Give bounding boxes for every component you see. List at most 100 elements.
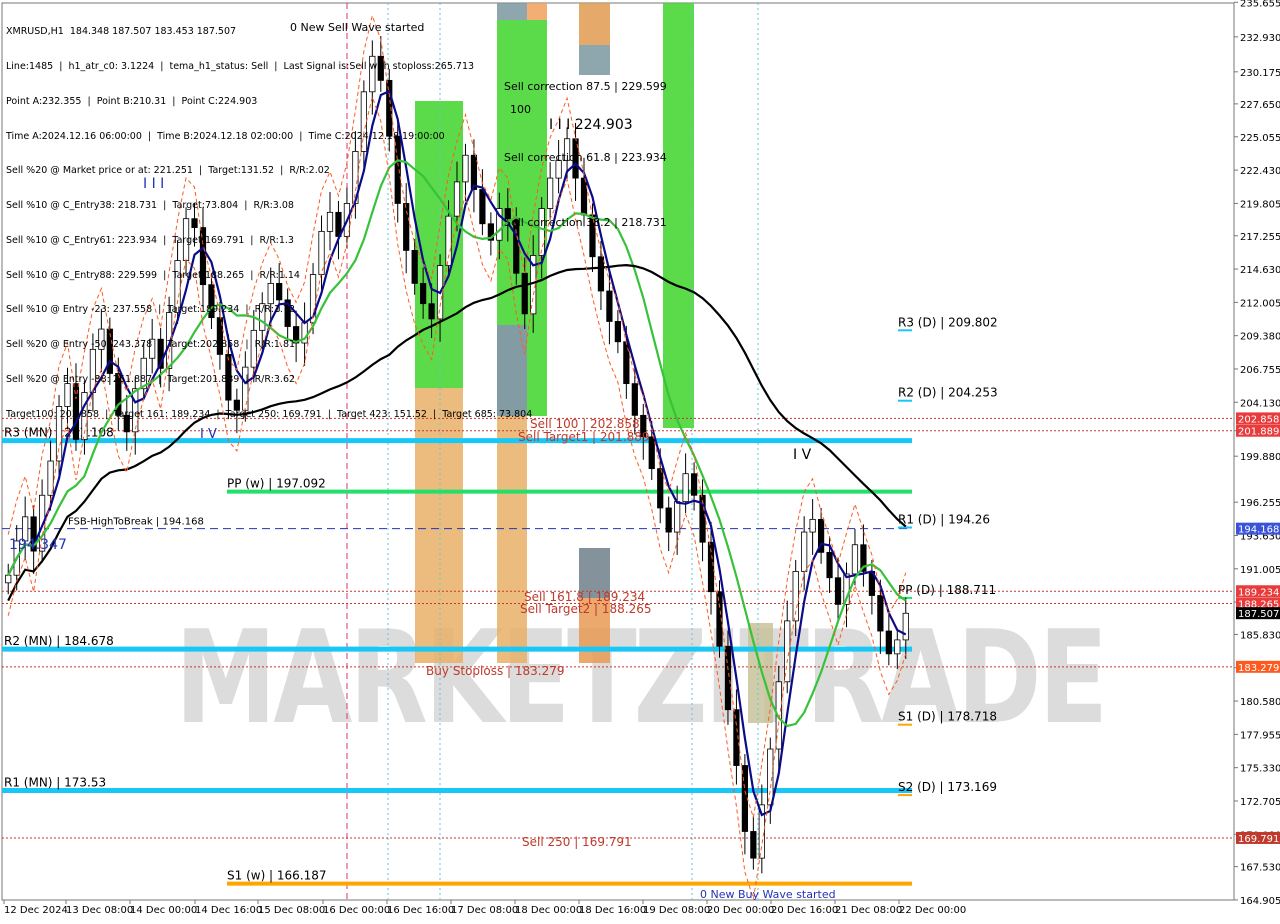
x-tick-label: 12 Dec 2024 bbox=[4, 905, 68, 916]
info-line: Sell %20 @ Entry -88: 251.887 | Target:2… bbox=[6, 374, 296, 385]
x-tick-label: 17 Dec 08:00 bbox=[451, 905, 518, 916]
x-tick-label: 19 Dec 08:00 bbox=[643, 905, 710, 916]
y-tick-label: 196.255 bbox=[1240, 498, 1280, 509]
chart-annotation: Sell Target1 | 201.889 bbox=[518, 430, 650, 444]
info-line: Time A:2024.12.16 06:00:00 | Time B:2024… bbox=[6, 130, 445, 142]
candle-body bbox=[631, 383, 638, 416]
candle-body bbox=[606, 290, 613, 322]
info-line: Sell %10 @ C_Entry88: 229.599 | Target:1… bbox=[6, 269, 300, 281]
y-tick-label: 164.905 bbox=[1240, 896, 1280, 907]
x-tick-label: 14 Dec 16:00 bbox=[195, 905, 262, 916]
candle-body bbox=[750, 831, 757, 859]
info-line: Point A:232.355 | Point B:210.31 | Point… bbox=[6, 95, 258, 107]
candle-body bbox=[809, 518, 816, 533]
info-line: Sell %10 @ C_Entry38: 218.731 | Target:7… bbox=[6, 200, 294, 212]
daily-pivot-label: PP (D) | 188.711 bbox=[898, 583, 996, 597]
y-tick-label: 232.930 bbox=[1240, 33, 1280, 44]
y-tick-label: 227.650 bbox=[1240, 100, 1280, 111]
candle-body bbox=[784, 620, 791, 683]
daily-pivot-label: S2 (D) | 173.169 bbox=[898, 780, 997, 794]
level-label: FSB-HighToBreak | 194.168 bbox=[68, 517, 204, 528]
candle-body bbox=[741, 765, 748, 832]
info-line: Sell %20 @ Entry -50: 243.378 | Target:2… bbox=[6, 339, 296, 351]
chart-annotation: 194.347 bbox=[9, 537, 67, 553]
daily-pivot-label: R2 (D) | 204.253 bbox=[898, 386, 998, 400]
y-tick-label: 235.655 bbox=[1240, 0, 1280, 9]
chart-annotation: Buy Stoploss | 183.279 bbox=[426, 664, 565, 678]
y-axis: 235.655 232.930 230.175 227.650 225.055 222.4… bbox=[1234, 0, 1280, 907]
chart-annotation: I I I 224.903 bbox=[549, 117, 633, 133]
x-tick-label: 21 Dec 08:00 bbox=[835, 905, 902, 916]
candle-body bbox=[674, 501, 681, 533]
chart-annotation: Sell 250 | 169.791 bbox=[522, 835, 632, 849]
indicator-info-panel: XMRUSD,H1 184.348 187.507 183.453 187.50… bbox=[6, 3, 532, 444]
x-tick-label: 20 Dec 00:00 bbox=[707, 905, 774, 916]
price-flag: 202.858 bbox=[1236, 412, 1280, 425]
x-tick-label: 14 Dec 00:00 bbox=[130, 905, 197, 916]
chart-annotation: Sell 100 | 202.858 bbox=[530, 417, 640, 431]
y-tick-label: 191.005 bbox=[1240, 565, 1280, 576]
chart-annotation: 0 New Buy Wave started bbox=[700, 888, 836, 901]
chart-annotation: I V bbox=[793, 447, 812, 463]
x-tick-label: 16 Dec 16:00 bbox=[387, 905, 454, 916]
level-label: R1 (MN) | 173.53 bbox=[4, 776, 106, 790]
price-flag: 201.889 bbox=[1236, 424, 1280, 438]
y-tick-label: 172.705 bbox=[1240, 797, 1280, 808]
y-tick-label: 230.175 bbox=[1240, 68, 1280, 79]
candle-body bbox=[690, 473, 698, 496]
y-tick-label: 209.380 bbox=[1240, 332, 1280, 343]
price-flag: 187.507 bbox=[1236, 607, 1280, 620]
price-flag: 194.168 bbox=[1236, 522, 1280, 536]
y-tick-label: 219.805 bbox=[1240, 199, 1280, 210]
y-tick-label: 214.630 bbox=[1240, 265, 1280, 276]
candle-body bbox=[894, 639, 901, 655]
price-flag-label: 169.791 bbox=[1238, 834, 1279, 845]
x-tick-label: 15 Dec 08:00 bbox=[258, 905, 325, 916]
price-flag-label: 201.889 bbox=[1238, 427, 1279, 438]
price-flag-label: 202.858 bbox=[1238, 414, 1279, 425]
level-label: S1 (w) | 166.187 bbox=[227, 869, 327, 883]
y-tick-label: 212.005 bbox=[1240, 298, 1280, 309]
y-tick-label: 167.530 bbox=[1240, 863, 1280, 874]
level-label: R2 (MN) | 184.678 bbox=[4, 634, 114, 648]
price-flag: 189.234 bbox=[1236, 585, 1280, 598]
price-flag-label: 183.279 bbox=[1238, 663, 1279, 674]
info-line: Sell %10 @ Entry -23: 237.558 | Target:1… bbox=[6, 304, 296, 316]
x-tick-label: 13 Dec 08:00 bbox=[66, 905, 133, 916]
y-tick-label: 222.430 bbox=[1240, 166, 1280, 177]
y-tick-label: 180.580 bbox=[1240, 697, 1280, 708]
daily-pivot-label: R3 (D) | 209.802 bbox=[898, 315, 998, 329]
candle-body bbox=[597, 256, 605, 292]
zone-box bbox=[497, 416, 527, 663]
price-flag-label: 189.234 bbox=[1238, 587, 1279, 598]
candle-body bbox=[834, 577, 842, 605]
x-tick-label: 20 Dec 16:00 bbox=[771, 905, 838, 916]
price-flag: 169.791 bbox=[1236, 831, 1280, 845]
info-line: Line:1485 | h1_atr_c0: 3.1224 | tema_h1_… bbox=[6, 60, 475, 72]
candle-body bbox=[801, 531, 808, 572]
x-tick-label: 18 Dec 16:00 bbox=[579, 905, 646, 916]
y-tick-label: 199.880 bbox=[1240, 452, 1280, 463]
daily-pivot-label: R1 (D) | 194.26 bbox=[898, 512, 990, 526]
candle-body bbox=[826, 551, 833, 579]
price-flag-label: 194.168 bbox=[1238, 525, 1279, 536]
zone-box bbox=[663, 3, 694, 428]
y-tick-label: 204.130 bbox=[1240, 398, 1280, 409]
candle-body bbox=[580, 177, 588, 216]
candle-body bbox=[767, 748, 774, 806]
candle-body bbox=[623, 341, 630, 385]
y-tick-label: 175.330 bbox=[1240, 764, 1280, 775]
daily-pivot-label: S1 (D) | 178.718 bbox=[898, 710, 997, 724]
info-line: Target100: 202.858 | Target 161: 189.234… bbox=[6, 408, 533, 420]
candle-body bbox=[851, 544, 859, 575]
x-tick-label: 18 Dec 00:00 bbox=[515, 905, 582, 916]
level-label: PP (w) | 197.092 bbox=[227, 477, 326, 491]
chart-annotation: Sell Target2 | 188.265 bbox=[520, 602, 652, 616]
chart-root: MARKETZITRADER3 (MN) | 201.108PP (w) | 1… bbox=[0, 0, 1280, 920]
candle-body bbox=[547, 177, 554, 209]
candle-body bbox=[5, 574, 12, 584]
candle-body bbox=[682, 473, 689, 503]
price-flag-label: 187.507 bbox=[1238, 609, 1279, 620]
candle-body bbox=[614, 321, 621, 343]
zone-box bbox=[579, 45, 610, 75]
